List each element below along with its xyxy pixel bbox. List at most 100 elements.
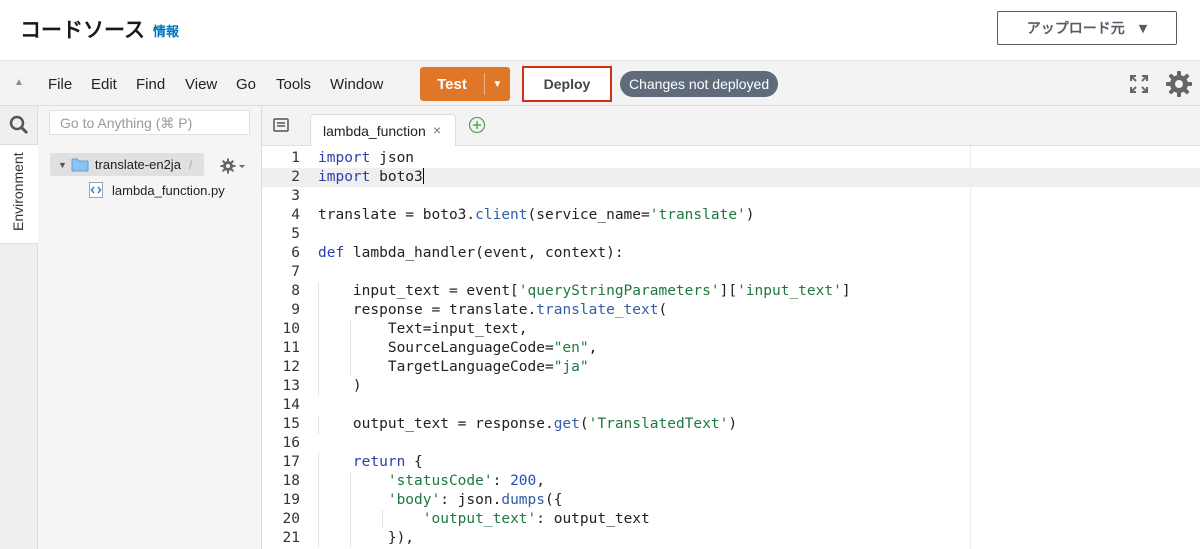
code-token: 'output_text' [422,511,537,527]
test-button-label[interactable]: Test [420,67,484,101]
menu-go[interactable]: Go [236,61,256,107]
code-line[interactable]: 2 import boto3 [262,168,1200,187]
code-line[interactable]: 18 'statusCode': 200, [262,472,1200,491]
menu-find[interactable]: Find [136,61,165,107]
tree-folder-translate-en2ja[interactable]: ▼ translate-en2ja / [50,153,204,176]
code-line[interactable]: 10 Text=input_text, [262,320,1200,339]
tree-file-lambda-function[interactable]: lambda_function.py [88,180,225,200]
code-token: 200 [510,473,537,489]
deploy-button[interactable]: Deploy [522,66,612,102]
test-dropdown-icon[interactable]: ▼ [485,67,510,101]
code-token: 'queryStringParameters' [518,283,720,299]
code-token: boto3 [370,169,423,185]
code-token: : output_text [536,511,650,527]
code-token: translate = boto3. [318,207,476,223]
line-number: 10 [282,321,300,337]
code-token: lambda_handler(event, context): [344,245,624,261]
code-text: Text=input_text, [318,320,528,339]
code-token: , [588,340,598,356]
environment-tab[interactable]: Environment [0,144,38,244]
code-line[interactable]: 13 ) [262,377,1200,396]
code-token: : json. [440,492,502,508]
code-token: ) [318,378,362,394]
code-line[interactable]: 15 output_text = response.get('Translate… [262,415,1200,434]
code-line[interactable]: 19 'body': json.dumps({ [262,491,1200,510]
code-text: response = translate.translate_text( [318,301,667,320]
menu-view[interactable]: View [185,61,217,107]
code-token: ][ [719,283,738,299]
code-token: 'statusCode' [387,473,493,489]
dropdown-caret-icon: ▼ [1138,21,1148,35]
code-editor[interactable]: 1 import json 2 import boto3 3 4 translate = b… [262,146,1200,549]
code-line[interactable]: 20 'output_text': output_text [262,510,1200,529]
code-token: output_text = response. [318,416,554,432]
line-number: 18 [282,473,300,489]
menu-window[interactable]: Window [330,61,383,107]
tree-settings-gear-icon[interactable] [220,158,246,174]
side-strip: Environment [0,106,38,549]
code-line[interactable]: 6 def lambda_handler(event, context): [262,244,1200,263]
line-number: 2 [291,169,300,185]
code-text: 'body': json.dumps({ [318,491,563,510]
code-text: 'statusCode': 200, [318,472,545,491]
tab-list-icon[interactable] [273,118,289,132]
code-text: 'output_text': output_text [318,510,650,529]
code-token: "ja" [553,359,589,375]
menu-file[interactable]: File [48,61,72,107]
code-token: Text=input_text, [318,321,528,337]
menu-edit[interactable]: Edit [91,61,117,107]
line-number: 19 [282,492,300,508]
code-token: ) [745,207,755,223]
code-line[interactable]: 12 TargetLanguageCode="ja" [262,358,1200,377]
goto-anything-input[interactable] [49,110,250,135]
line-number: 13 [282,378,300,394]
upload-from-label: アップロード元 [1026,21,1125,37]
code-text: import boto3 [318,168,424,187]
add-tab-icon[interactable] [468,116,486,134]
fullscreen-icon[interactable] [1128,73,1150,95]
close-icon[interactable]: × [433,122,441,138]
info-link[interactable]: 情報 [153,21,179,40]
code-text: translate = boto3.client(service_name='t… [318,206,755,225]
tab-lambda-function[interactable]: lambda_function × [310,114,456,147]
code-token: dumps [501,492,545,508]
status-badge: Changes not deployed [620,71,779,97]
code-text: output_text = response.get('TranslatedTe… [318,415,737,434]
header: コードソース 情報 アップロード元 ▼ [0,0,1200,60]
code-line[interactable]: 14 [262,396,1200,415]
code-token: get [553,416,580,432]
python-file-icon [89,182,103,198]
menu-tools[interactable]: Tools [276,61,311,107]
code-line[interactable]: 1 import json [262,149,1200,168]
line-number: 8 [291,283,300,299]
code-line[interactable]: 4 translate = boto3.client(service_name='… [262,206,1200,225]
code-token: import [318,150,371,166]
upload-from-button[interactable]: アップロード元 ▼ [997,11,1177,45]
line-number: 5 [291,226,300,242]
tab-label: lambda_function [323,123,426,139]
line-number: 3 [291,188,300,204]
code-token: input_text = event[ [318,283,519,299]
code-token: ( [658,302,668,318]
code-line[interactable]: 17 return { [262,453,1200,472]
code-line[interactable]: 5 [262,225,1200,244]
code-token: response = translate. [318,302,537,318]
text-cursor [422,168,424,184]
line-number: 1 [291,150,300,166]
code-line[interactable]: 8 input_text = event['queryStringParamet… [262,282,1200,301]
test-button[interactable]: Test ▼ [420,67,510,101]
expand-triangle-icon[interactable]: ▼ [58,160,67,170]
collapse-arrow-icon[interactable]: ▲ [14,77,24,88]
code-line[interactable]: 9 response = translate.translate_text( [262,301,1200,320]
search-icon[interactable] [9,115,29,135]
gear-icon[interactable] [1164,69,1194,99]
code-line[interactable]: 16 [262,434,1200,453]
code-line[interactable]: 3 [262,187,1200,206]
code-line[interactable]: 7 [262,263,1200,282]
code-token: 'translate' [649,207,746,223]
code-line[interactable]: 11 SourceLanguageCode="en", [262,339,1200,358]
code-line[interactable]: 21 }), [262,529,1200,548]
code-token: : [492,473,511,489]
